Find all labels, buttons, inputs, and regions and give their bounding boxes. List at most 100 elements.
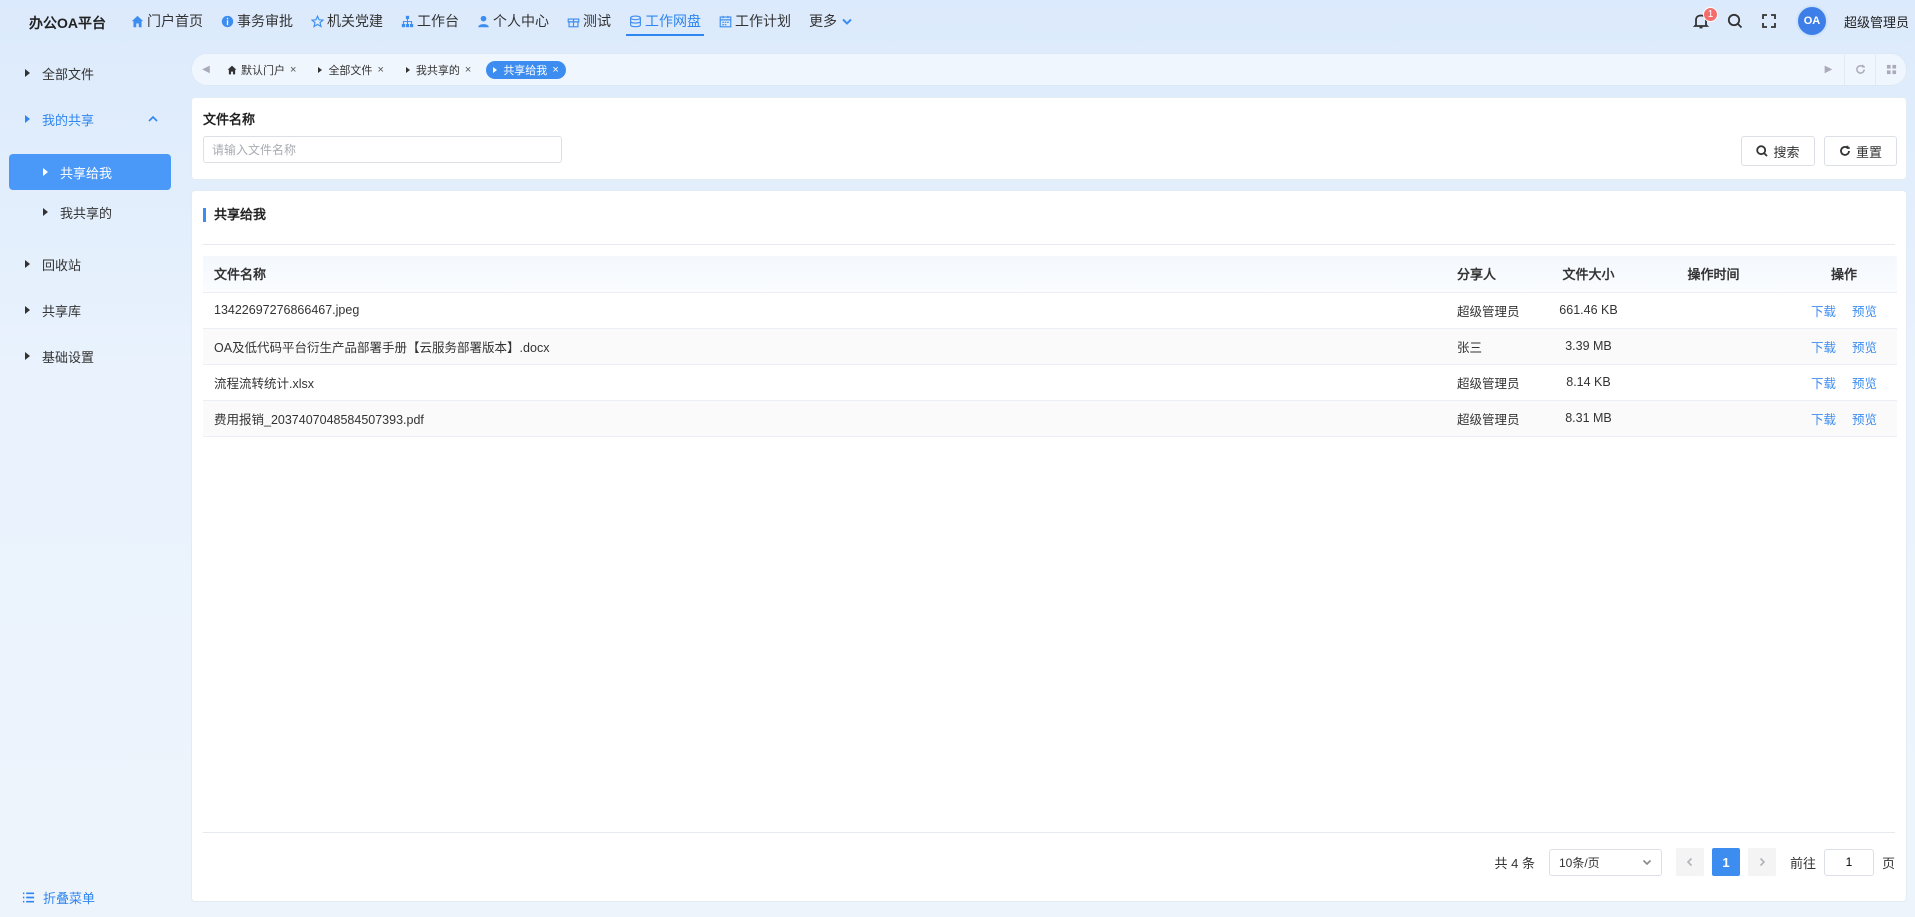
sidebar-item-shared-with-me[interactable]: 共享给我: [9, 154, 171, 190]
tab-default-portal[interactable]: 默认门户 ×: [220, 61, 303, 79]
download-link[interactable]: 下载: [1811, 377, 1836, 391]
search-button[interactable]: 搜索: [1741, 136, 1815, 166]
nav-item-workbench[interactable]: 工作台: [392, 0, 468, 42]
cell-operation-time: [1636, 328, 1791, 365]
refresh-tab-button[interactable]: [1844, 54, 1875, 85]
page-size-select[interactable]: 10条/页: [1548, 848, 1662, 876]
page-number-current[interactable]: 1: [1711, 848, 1740, 876]
chevron-down-icon: [1642, 859, 1652, 866]
tab-close-icon[interactable]: ×: [552, 64, 558, 76]
nav-label: 更多: [809, 13, 837, 29]
tabs-scroll-left-button[interactable]: ◀: [192, 54, 220, 85]
fullscreen-button[interactable]: [1752, 0, 1786, 42]
file-name-label: 文件名称: [203, 112, 256, 127]
tab-menu-button[interactable]: [1875, 54, 1906, 85]
nav-item-work-drive[interactable]: 工作网盘: [620, 0, 710, 42]
cell-file-size: 8.31 MB: [1541, 400, 1636, 437]
sidebar-item-shared-by-me[interactable]: 我共享的: [0, 194, 180, 230]
refresh-icon: [1840, 145, 1850, 156]
tab-label: 全部文件: [328, 64, 373, 77]
chevron-right-icon: [1759, 857, 1766, 867]
preview-link[interactable]: 预览: [1852, 305, 1877, 319]
caret-right-icon: [43, 168, 48, 176]
collapse-menu-label: 折叠菜单: [43, 891, 96, 906]
tabs-bar: ◀ 默认门户 × 全部文件 × 我共享的 × 共享给我 × ▶: [191, 53, 1907, 86]
collapse-menu-button[interactable]: 折叠菜单: [22, 888, 95, 907]
cell-actions: 下载 预览: [1791, 292, 1897, 329]
next-page-button[interactable]: [1747, 848, 1776, 876]
refresh-icon: [1855, 64, 1865, 74]
database-icon: [630, 14, 641, 27]
top-bar: 办公OA平台 门户首页 事务审批 机关党建 工作台 个人中心 测试 工作网盘 工…: [0, 0, 1915, 42]
info-icon: [221, 15, 234, 27]
tab-label: 共享给我: [503, 64, 548, 77]
caret-right-icon: [318, 66, 323, 73]
sidebar-item-label: 全部文件: [42, 66, 95, 82]
page-size-value: 10条/页: [1558, 855, 1600, 870]
search-icon: [1756, 145, 1769, 157]
global-search-button[interactable]: [1718, 0, 1752, 42]
app-title: 办公OA平台: [29, 15, 106, 31]
tabs-scroll-right-button[interactable]: ▶: [1813, 54, 1844, 85]
reset-button[interactable]: 重置: [1824, 136, 1897, 166]
sidebar-item-label: 回收站: [42, 257, 82, 273]
column-header-file-size[interactable]: 文件大小: [1541, 256, 1636, 293]
sidebar-item-basic-settings[interactable]: 基础设置: [0, 338, 180, 374]
nav-item-personal-center[interactable]: 个人中心: [468, 0, 558, 42]
nav-label: 工作网盘: [645, 13, 701, 29]
tab-close-icon[interactable]: ×: [290, 64, 296, 76]
avatar[interactable]: OA: [1795, 5, 1828, 37]
pagination: 共 4 条 10条/页 1 前往 页: [1495, 848, 1895, 876]
column-header-sharer[interactable]: 分享人: [1446, 256, 1541, 293]
caret-right-icon: [25, 115, 30, 123]
cell-file-name: 费用报销_2037407048584507393.pdf: [203, 400, 1446, 437]
cell-sharer: 超级管理员: [1446, 292, 1541, 329]
table-row: OA及低代码平台衍生产品部署手册【云服务部署版本】.docx 张三 3.39 M…: [203, 328, 1897, 365]
download-link[interactable]: 下载: [1811, 413, 1836, 427]
goto-page-input[interactable]: [1823, 848, 1874, 876]
download-link[interactable]: 下载: [1811, 305, 1836, 319]
file-name-input[interactable]: [203, 136, 562, 163]
cell-sharer: 张三: [1446, 328, 1541, 365]
nav-item-party-building[interactable]: 机关党建: [302, 0, 392, 42]
preview-link[interactable]: 预览: [1852, 341, 1877, 355]
nav-label: 个人中心: [493, 13, 549, 29]
sidebar-item-shared-library[interactable]: 共享库: [0, 292, 180, 328]
sidebar-item-all-files[interactable]: 全部文件: [0, 55, 180, 91]
caret-right-icon: [25, 352, 30, 360]
prev-page-button[interactable]: [1675, 848, 1704, 876]
nav-item-work-plan[interactable]: 工作计划: [710, 0, 800, 42]
column-header-file-name[interactable]: 文件名称: [203, 256, 1446, 293]
nav-item-test[interactable]: 测试: [558, 0, 620, 42]
download-link[interactable]: 下载: [1811, 341, 1836, 355]
sidebar-item-label: 共享库: [42, 303, 82, 319]
home-icon: [131, 15, 144, 27]
preview-link[interactable]: 预览: [1852, 377, 1877, 391]
notification-button[interactable]: 1: [1684, 0, 1718, 42]
preview-link[interactable]: 预览: [1852, 413, 1877, 427]
reset-button-label: 重置: [1855, 144, 1882, 160]
cell-file-size: 8.14 KB: [1541, 364, 1636, 401]
nav-label: 事务审批: [237, 13, 293, 29]
caret-left-icon: ◀: [202, 64, 210, 75]
column-header-operation-time[interactable]: 操作时间: [1636, 256, 1791, 293]
tab-close-icon[interactable]: ×: [377, 64, 383, 76]
caret-right-icon: [25, 306, 30, 314]
org-icon: [401, 15, 414, 27]
sidebar-item-my-shares[interactable]: 我的共享: [0, 101, 180, 137]
nav-item-more[interactable]: 更多: [800, 0, 862, 42]
cell-file-size: 661.46 KB: [1541, 292, 1636, 329]
nav-item-portal-home[interactable]: 门户首页: [122, 0, 212, 42]
tab-all-files[interactable]: 全部文件 ×: [311, 61, 390, 79]
tabs-bar-tools: ▶: [1813, 54, 1906, 85]
search-button-label: 搜索: [1773, 144, 1800, 160]
tab-shared-by-me[interactable]: 我共享的 ×: [399, 61, 478, 79]
cell-file-name: 13422697276866467.jpeg: [203, 292, 1446, 329]
cell-file-name: OA及低代码平台衍生产品部署手册【云服务部署版本】.docx: [203, 328, 1446, 365]
username[interactable]: 超级管理员: [1844, 12, 1909, 31]
nav-item-approval[interactable]: 事务审批: [212, 0, 302, 42]
tab-close-icon[interactable]: ×: [465, 64, 471, 76]
table-row: 流程流转统计.xlsx 超级管理员 8.14 KB 下载 预览: [203, 364, 1897, 401]
sidebar-item-recycle-bin[interactable]: 回收站: [0, 246, 180, 282]
tab-shared-with-me[interactable]: 共享给我 ×: [486, 60, 566, 79]
